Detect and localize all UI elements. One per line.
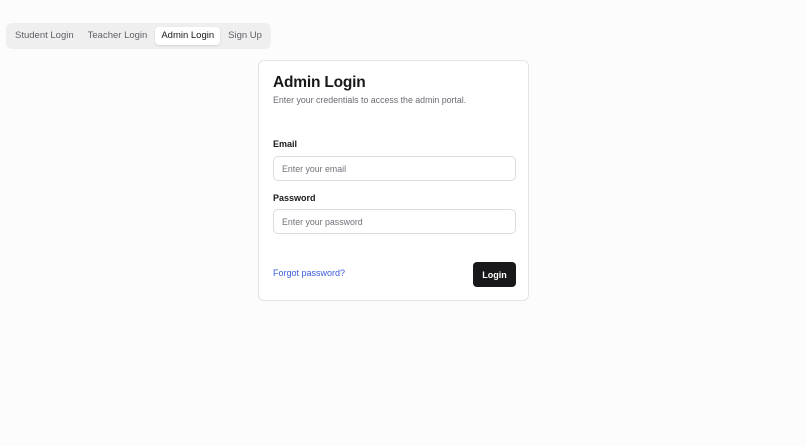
login-tabs: Student Login Teacher Login Admin Login … bbox=[6, 23, 271, 49]
card-title: Admin Login bbox=[273, 74, 366, 91]
card-subtitle: Enter your credentials to access the adm… bbox=[273, 95, 467, 105]
email-label: Email bbox=[273, 139, 298, 149]
tab-admin-login[interactable]: Admin Login bbox=[155, 27, 221, 45]
password-label: Password bbox=[273, 193, 316, 203]
tab-student-login[interactable]: Student Login bbox=[9, 27, 80, 45]
forgot-password-link[interactable]: Forgot password? bbox=[273, 268, 345, 278]
login-card: Admin Login Enter your credentials to ac… bbox=[258, 60, 529, 301]
tab-teacher-login[interactable]: Teacher Login bbox=[82, 27, 154, 45]
login-button[interactable]: Login bbox=[473, 262, 516, 287]
password-field[interactable] bbox=[273, 209, 516, 234]
tab-sign-up[interactable]: Sign Up bbox=[222, 27, 268, 45]
email-field[interactable] bbox=[273, 156, 516, 181]
